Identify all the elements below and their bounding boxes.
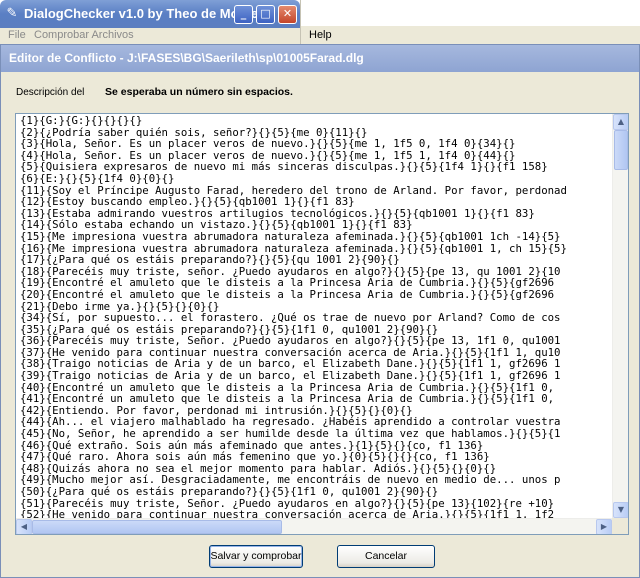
scroll-right-arrow-icon[interactable]: ▶: [596, 519, 612, 534]
close-button[interactable]: ✕: [278, 5, 297, 24]
editor-line[interactable]: {15}{Me impresiona vuestra abrumadora na…: [20, 231, 614, 243]
editor-line[interactable]: {34}{Sí, por supuesto... el forastero. ¿…: [20, 312, 614, 324]
conflict-editor-dialog: Editor de Conflicto - J:\FASES\BG\Saeril…: [0, 44, 640, 578]
editor-line[interactable]: {52}{He venido para continuar nuestra co…: [20, 509, 614, 518]
editor-line[interactable]: {21}{Debo irme ya.}{}{5}{}{0}{}: [20, 301, 614, 313]
editor-line[interactable]: {41}{Encontré un amuleto que le disteis …: [20, 393, 614, 405]
editor-line[interactable]: {51}{Parecéis muy triste, Señor. ¿Puedo …: [20, 498, 614, 510]
menu-file[interactable]: File: [8, 29, 26, 41]
dialog-title: Editor de Conflicto - J:\FASES\BG\Saeril…: [9, 51, 364, 65]
editor-line[interactable]: {4}{Hola, Señor. Es un placer veros de n…: [20, 150, 614, 162]
horizontal-scrollbar[interactable]: ◀ ▶: [16, 518, 612, 534]
dialog-text-editor[interactable]: {1}{G:}{G:}{}{}{}{} {2}{¿Podría saber qui…: [15, 113, 629, 535]
editor-line[interactable]: {39}{Traigo noticias de Aria y de un bar…: [20, 370, 614, 382]
secondary-window-area: [300, 0, 640, 26]
scroll-down-arrow-icon[interactable]: ▼: [613, 502, 628, 518]
dialog-titlebar[interactable]: Editor de Conflicto - J:\FASES\BG\Saeril…: [1, 45, 639, 72]
editor-line[interactable]: {42}{Entiendo. Por favor, perdonad mi in…: [20, 405, 614, 417]
editor-line[interactable]: {44}{Ah... el viajero malhablado ha regr…: [20, 416, 614, 428]
editor-line[interactable]: {38}{Traigo noticias de Aria y de un bar…: [20, 358, 614, 370]
scroll-up-arrow-icon[interactable]: ▲: [613, 114, 628, 130]
editor-line[interactable]: {2}{¿Podría saber quién sois, señor?}{}{…: [20, 127, 614, 139]
editor-line[interactable]: {17}{¿Para qué os estáis preparando?}{}{…: [20, 254, 614, 266]
editor-line[interactable]: {6}{E:}{}{5}{1f4 0}{0}{}: [20, 173, 614, 185]
editor-line[interactable]: {5}{Quisiera expresaros de nuevo mi más …: [20, 161, 614, 173]
main-menubar: File Comprobar Archivos: [0, 28, 300, 44]
screen: ✎ DialogChecker v1.0 by Theo de Morée _ …: [0, 0, 640, 578]
description-label: Descripción del Conflicto: [16, 87, 86, 98]
editor-line[interactable]: {47}{Qué raro. Ahora sois aún más femeni…: [20, 451, 614, 463]
editor-line[interactable]: {19}{Encontré el amuleto que le disteis …: [20, 277, 614, 289]
editor-line[interactable]: {37}{He venido para continuar nuestra co…: [20, 347, 614, 359]
editor-line[interactable]: {1}{G:}{G:}{}{}{}{}: [20, 115, 614, 127]
editor-line[interactable]: {13}{Estaba admirando vuestros artilugio…: [20, 208, 614, 220]
scroll-left-arrow-icon[interactable]: ◀: [16, 519, 32, 534]
cancel-button[interactable]: Cancelar: [337, 545, 435, 568]
secondary-menubar: Help: [300, 26, 640, 44]
editor-line[interactable]: {40}{Encontré un amuleto que le disteis …: [20, 382, 614, 394]
main-window-title: DialogChecker v1.0 by Theo de Morée: [24, 6, 259, 21]
scrollbar-corner: [612, 518, 628, 534]
editor-line[interactable]: {48}{Quizás ahora no sea el mejor moment…: [20, 463, 614, 475]
editor-line[interactable]: {18}{Parecéis muy triste, señor. ¿Puedo …: [20, 266, 614, 278]
editor-line[interactable]: {36}{Parecéis muy triste, Señor. ¿Puedo …: [20, 335, 614, 347]
maximize-button[interactable]: □: [256, 5, 275, 24]
menu-help[interactable]: Help: [309, 29, 332, 41]
editor-line[interactable]: {3}{Hola, Señor. Es un placer veros de n…: [20, 138, 614, 150]
save-and-check-button[interactable]: Salvar y comprobar: [209, 545, 303, 568]
editor-line[interactable]: {46}{Qué extraño. Sois aún más afeminado…: [20, 440, 614, 452]
editor-line[interactable]: {14}{Sólo estaba echando un vistazo.}{}{…: [20, 219, 614, 231]
minimize-button[interactable]: _: [234, 5, 253, 24]
editor-line[interactable]: {35}{¿Para qué os estáis preparando?}{}{…: [20, 324, 614, 336]
vertical-scrollbar[interactable]: ▲ ▼: [612, 114, 628, 518]
vertical-scroll-thumb[interactable]: [614, 130, 628, 170]
horizontal-scroll-thumb[interactable]: [32, 520, 282, 534]
main-window-titlebar[interactable]: ✎ DialogChecker v1.0 by Theo de Morée _ …: [0, 0, 300, 28]
editor-line[interactable]: {45}{No, Señor, he aprendido a ser humil…: [20, 428, 614, 440]
editor-line[interactable]: {20}{Encontré el amuleto que le disteis …: [20, 289, 614, 301]
app-icon: ✎: [6, 6, 18, 21]
editor-line[interactable]: {11}{Soy el Príncipe Augusto Farad, here…: [20, 185, 614, 197]
editor-line[interactable]: {49}{Mucho mejor así. Desgraciadamente, …: [20, 474, 614, 486]
menu-comprobar-archivos[interactable]: Comprobar Archivos: [34, 29, 134, 41]
editor-lines[interactable]: {1}{G:}{G:}{}{}{}{} {2}{¿Podría saber qui…: [20, 115, 614, 518]
description-value: Se esperaba un número sin espacios.: [105, 86, 293, 98]
editor-line[interactable]: {16}{Me impresiona vuestra abrumadora na…: [20, 243, 614, 255]
editor-line[interactable]: {50}{¿Para qué os estáis preparando?}{}{…: [20, 486, 614, 498]
editor-line[interactable]: {12}{Estoy buscando empleo.}{}{5}{qb1001…: [20, 196, 614, 208]
